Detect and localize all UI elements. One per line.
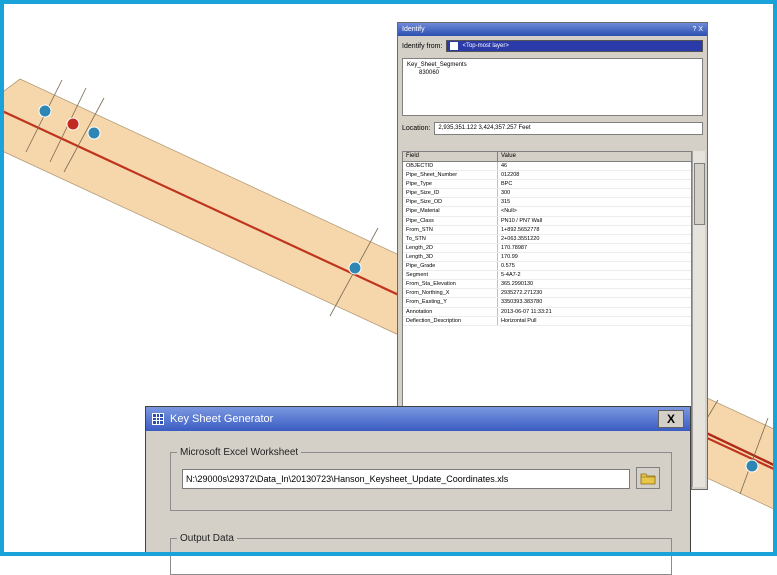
table-row[interactable]: Pipe_Material <Null>	[403, 207, 691, 217]
field-cell: Pipe_Type	[403, 180, 498, 189]
tree-layer-node[interactable]: Key_Sheet_Segments	[407, 61, 698, 69]
grid-app-icon	[152, 413, 164, 425]
tree-feature-node[interactable]: 830060	[407, 69, 698, 77]
table-row[interactable]: Length_2D 170.78987	[403, 243, 691, 253]
grid-rows: OBJECTID 46 Pipe_Sheet_Number 012208 Pipe_…	[403, 162, 691, 326]
field-cell: From_Sta_Elevation	[403, 280, 498, 289]
value-cell: 170.99	[501, 253, 518, 260]
value-cell: Horizontal Pull	[501, 317, 537, 324]
value-cell: 1+892.5652778	[501, 226, 540, 233]
table-row[interactable]: From_Northing_X 2935272.271230	[403, 289, 691, 299]
identify-title-controls[interactable]: ? X	[692, 26, 703, 33]
field-cell: From_Northing_X	[403, 289, 498, 298]
table-row[interactable]: Annotation 2013-06-07 11:33:21	[403, 307, 691, 317]
table-row[interactable]: From_STN 1+892.5652778	[403, 225, 691, 235]
field-cell: Pipe_Size_ID	[403, 189, 498, 198]
pipe-node[interactable]	[87, 126, 101, 140]
excel-group-label: Microsoft Excel Worksheet	[180, 447, 299, 458]
table-row[interactable]: From_Easting_Y 3350393.383780	[403, 298, 691, 308]
field-cell: Pipe_Class	[403, 216, 498, 225]
scrollbar-thumb[interactable]	[694, 163, 705, 225]
field-cell: From_Easting_Y	[403, 298, 498, 307]
folder-icon	[640, 473, 656, 485]
pipe-node[interactable]	[745, 459, 759, 473]
output-group-label: Output Data	[180, 533, 234, 544]
field-cell: OBJECTID	[403, 162, 498, 171]
table-row[interactable]: Pipe_Size_ID 300	[403, 189, 691, 199]
table-row[interactable]: Pipe_Sheet_Number 012208	[403, 171, 691, 181]
value-cell: 300	[501, 190, 511, 197]
value-cell: 2013-06-07 11:33:21	[501, 308, 552, 315]
value-cell: 5-4A7-2	[501, 272, 521, 279]
field-cell: Pipe_Size_OD	[403, 198, 498, 207]
field-cell: Pipe_Grade	[403, 262, 498, 271]
table-row[interactable]: To_STN 2+063.3551220	[403, 234, 691, 244]
identify-from-label: Identify from:	[402, 42, 443, 50]
pipe-node-selected[interactable]	[66, 117, 80, 131]
field-cell: Pipe_Sheet_Number	[403, 171, 498, 180]
field-cell: From_STN	[403, 225, 498, 234]
value-cell: BPC	[501, 181, 513, 188]
identify-title-bar[interactable]: Identify ? X	[398, 23, 707, 36]
value-cell: 170.78987	[501, 244, 527, 251]
value-column-header[interactable]: Value	[498, 152, 691, 161]
table-row[interactable]: Segment 5-4A7-2	[403, 271, 691, 281]
field-cell: Segment	[403, 271, 498, 280]
pipe-node[interactable]	[348, 261, 362, 275]
field-column-header[interactable]: Field	[403, 152, 498, 161]
location-value: 2,935,351.122 3,424,357.257 Feet	[434, 122, 703, 135]
table-row[interactable]: From_Sta_Elevation 365.2990130	[403, 280, 691, 290]
field-cell: Length_2D	[403, 243, 498, 252]
location-label: Location:	[402, 125, 431, 132]
identify-results-tree[interactable]: Key_Sheet_Segments 830060	[402, 58, 703, 116]
table-row[interactable]: Length_3D 170.99	[403, 252, 691, 263]
identify-from-value: <Top-most layer>	[462, 43, 509, 49]
identify-from-row: Identify from: <Top-most layer>	[398, 36, 707, 56]
table-row[interactable]: Pipe_Size_OD 315	[403, 198, 691, 208]
field-cell: Pipe_Material	[403, 207, 498, 216]
value-cell: PN10 / PN7 Wall	[501, 217, 543, 224]
field-cell: Length_3D	[403, 252, 498, 262]
grid-scrollbar[interactable]	[692, 151, 705, 487]
table-row[interactable]: Pipe_Grade 0.575	[403, 262, 691, 272]
output-data-group: Output Data	[170, 533, 672, 575]
table-row[interactable]: OBJECTID 46	[403, 162, 691, 172]
location-row: Location: 2,935,351.122 3,424,357.257 Fe…	[398, 118, 707, 139]
table-row[interactable]: Deflection_Description Horizontal Pull	[403, 316, 691, 326]
value-cell: 46	[501, 163, 508, 169]
field-cell: To_STN	[403, 234, 498, 243]
field-cell: Annotation	[403, 307, 498, 316]
value-cell: 2935272.271230	[501, 290, 543, 297]
grid-header: Field Value	[403, 152, 691, 162]
value-cell: 2+063.3551220	[501, 235, 540, 242]
table-row[interactable]: Pipe_Class PN10 / PN7 Wall	[403, 216, 691, 226]
value-cell: 315	[501, 199, 511, 206]
value-cell: <Null>	[501, 208, 517, 215]
value-cell: 3350393.383780	[501, 299, 543, 306]
value-cell: 365.2990130	[501, 281, 534, 288]
value-cell: 012208	[501, 172, 520, 179]
dialog-title: Key Sheet Generator	[170, 413, 274, 425]
browse-button[interactable]	[636, 467, 660, 489]
field-cell: Deflection_Description	[403, 316, 498, 325]
pipe-node[interactable]	[38, 104, 52, 118]
close-button[interactable]: X	[658, 410, 684, 428]
table-row[interactable]: Pipe_Type BPC	[403, 180, 691, 190]
key-sheet-generator-dialog: Key Sheet Generator X Microsoft Excel Wo…	[145, 406, 691, 575]
dialog-title-bar[interactable]: Key Sheet Generator X	[146, 407, 690, 431]
excel-path-input[interactable]: N:\29000s\29372\Data_In\20130723\Hanson_…	[182, 469, 630, 489]
value-cell: 0.575	[501, 263, 515, 270]
checkbox-icon	[450, 42, 459, 50]
identify-from-select[interactable]: <Top-most layer>	[446, 40, 703, 52]
identify-title: Identify	[402, 26, 425, 33]
